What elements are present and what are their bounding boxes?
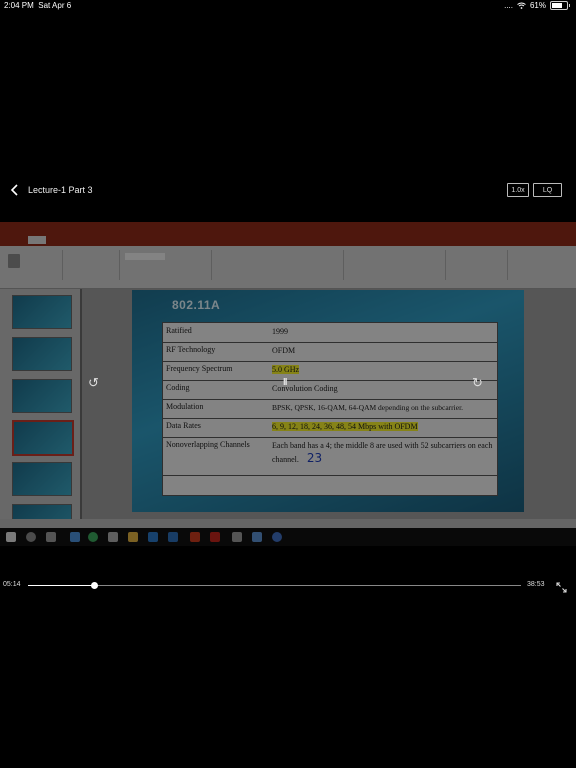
seek-bar-thumb[interactable]: [91, 582, 99, 589]
slide-canvas: 802.11A Ratified 1999 RF Technology OFDM…: [132, 290, 524, 512]
chrome-icon: [88, 532, 98, 542]
ribbon-paragraph: [213, 250, 344, 280]
row-value: 6, 9, 12, 18, 24, 36, 48, 54 Mbps with O…: [272, 421, 494, 433]
table-row: RF Technology OFDM: [163, 342, 497, 362]
folder-icon: [128, 532, 138, 542]
ppt-ribbon: [0, 246, 576, 289]
ribbon-font: [121, 250, 212, 280]
wifi-icon: [517, 2, 526, 9]
row-value: Each band has a 4; the middle 8 are used…: [272, 440, 494, 466]
font-box: [125, 253, 165, 260]
battery-percent: 61%: [529, 1, 546, 10]
status-indicators: .... 61%: [504, 1, 570, 10]
task-view-icon: [46, 532, 56, 542]
row-label: Data Rates: [166, 421, 201, 430]
recorded-screen: 802.11A Ratified 1999 RF Technology OFDM…: [0, 222, 576, 546]
powerpoint-icon: [190, 532, 200, 542]
row-value-text: Each band has a 4; the middle 8 are used…: [272, 441, 493, 464]
video-title: Lecture-1 Part 3: [28, 185, 93, 195]
ribbon-clipboard: [2, 250, 63, 280]
ppt-status-bar: [0, 519, 576, 528]
app-icon: [272, 532, 282, 542]
table-row: Nonoverlapping Channels Each band has a …: [163, 437, 497, 476]
slide-thumb: [12, 379, 72, 413]
quality-button[interactable]: LQ: [533, 183, 562, 197]
search-icon: [26, 532, 36, 542]
slide-thumb: [12, 337, 72, 371]
slide-thumb: [12, 462, 72, 496]
expand-icon: [556, 582, 567, 593]
acrobat-icon: [210, 532, 220, 542]
app-icon: [70, 532, 80, 542]
spec-table: Ratified 1999 RF Technology OFDM Frequen…: [162, 322, 498, 496]
back-button[interactable]: [8, 182, 22, 198]
slide-thumbnail-panel: [0, 289, 80, 538]
row-label: Nonoverlapping Channels: [166, 440, 250, 449]
row-value: 5.0 GHz: [272, 364, 494, 376]
chevron-left-icon: [10, 184, 18, 196]
ppt-tab-bar: [0, 234, 576, 246]
table-row: Coding Convolution Coding: [163, 380, 497, 400]
forward-button[interactable]: ↻: [472, 375, 483, 391]
slide-heading: 802.11A: [172, 298, 221, 312]
fullscreen-button[interactable]: [556, 580, 567, 593]
table-row: Frequency Spectrum 5.0 GHz: [163, 361, 497, 381]
seek-bar[interactable]: [28, 585, 521, 586]
row-value: Convolution Coding: [272, 384, 338, 393]
seek-bar-progress: [28, 585, 95, 586]
row-label: RF Technology: [166, 345, 216, 354]
playback-speed-button[interactable]: 1.0x: [507, 183, 529, 197]
ppt-title-bar: [0, 222, 576, 234]
ribbon-quick-styles: [447, 250, 508, 280]
row-value: OFDM: [272, 346, 296, 355]
table-row: Modulation BPSK, QPSK, 16-QAM, 64-QAM de…: [163, 399, 497, 419]
video-frame[interactable]: 802.11A Ratified 1999 RF Technology OFDM…: [0, 222, 576, 546]
windows-taskbar: [0, 528, 576, 546]
highlighted-value: 6, 9, 12, 18, 24, 36, 48, 54 Mbps with O…: [272, 422, 418, 431]
row-value: 1999: [272, 327, 288, 336]
battery-icon: [550, 1, 568, 10]
paste-icon: [8, 254, 20, 268]
row-label: Modulation: [166, 402, 204, 411]
edge-icon: [148, 532, 158, 542]
app-icon: [252, 532, 262, 542]
status-date: Sat Apr 6: [38, 1, 72, 10]
app-icon: [168, 532, 178, 542]
row-label: Coding: [166, 383, 190, 392]
app-icon: [232, 532, 242, 542]
slide-thumb: [12, 295, 72, 329]
current-time: 05:14: [3, 581, 21, 588]
slide-thumb-selected: [12, 420, 74, 456]
ribbon-editing: [509, 250, 569, 280]
ribbon-slides: [64, 250, 120, 280]
highlighted-value: 5.0 GHz: [272, 365, 300, 374]
total-time: 38:53: [527, 581, 545, 588]
table-row: Ratified 1999: [163, 323, 497, 343]
app-icon: [108, 532, 118, 542]
ppt-home-tab: [28, 236, 46, 244]
row-value: BPSK, QPSK, 16-QAM, 64-QAM depending on …: [272, 403, 464, 412]
windows-start-icon: [6, 532, 16, 542]
row-label: Frequency Spectrum: [166, 364, 233, 373]
status-clock: 2:04 PM: [4, 1, 34, 10]
signal-dots: ....: [504, 1, 513, 10]
handwritten-note: 23: [306, 451, 323, 465]
status-time: 2:04 PM Sat Apr 6: [4, 1, 71, 10]
ribbon-drawing: [345, 250, 446, 280]
pause-button[interactable]: II: [283, 377, 287, 388]
row-label: Ratified: [166, 326, 192, 335]
rewind-button[interactable]: ↺: [88, 375, 99, 391]
table-row: Data Rates 6, 9, 12, 18, 24, 36, 48, 54 …: [163, 418, 497, 438]
